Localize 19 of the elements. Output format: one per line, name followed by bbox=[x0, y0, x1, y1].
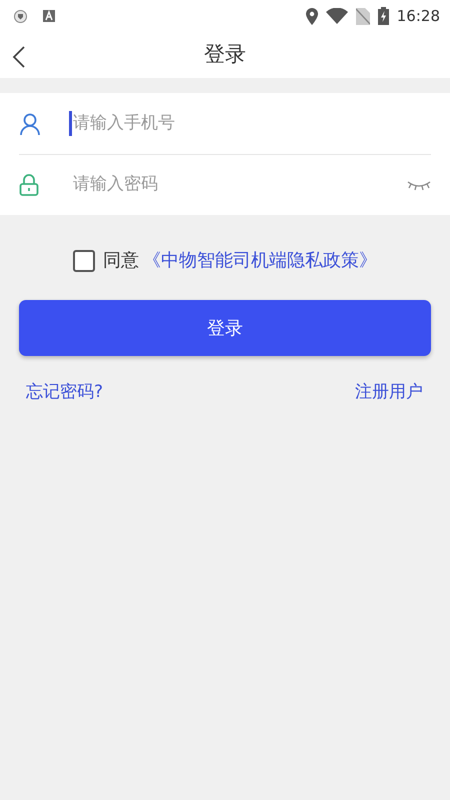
location-icon bbox=[306, 8, 318, 24]
agree-label: 同意 bbox=[103, 249, 139, 273]
phone-field[interactable]: 请输入手机号 bbox=[69, 110, 431, 136]
page-title: 登录 bbox=[204, 41, 246, 68]
password-field[interactable]: 请输入密码 bbox=[69, 172, 407, 198]
register-link[interactable]: 注册用户 bbox=[355, 380, 423, 406]
eye-closed-icon[interactable] bbox=[407, 179, 431, 191]
lock-icon bbox=[19, 174, 39, 196]
agree-checkbox[interactable] bbox=[73, 250, 95, 272]
app-notification-icon bbox=[43, 10, 55, 22]
wifi-icon bbox=[326, 8, 348, 24]
shield-icon bbox=[14, 10, 27, 22]
no-sim-icon bbox=[356, 8, 370, 24]
privacy-policy-link[interactable]: 《中物智能司机端隐私政策》 bbox=[143, 247, 377, 274]
forgot-password-link[interactable]: 忘记密码? bbox=[26, 380, 104, 406]
battery-icon bbox=[378, 7, 389, 25]
login-button[interactable]: 登录 bbox=[19, 300, 431, 356]
status-time: 16:28 bbox=[396, 6, 440, 27]
user-icon bbox=[19, 112, 41, 134]
